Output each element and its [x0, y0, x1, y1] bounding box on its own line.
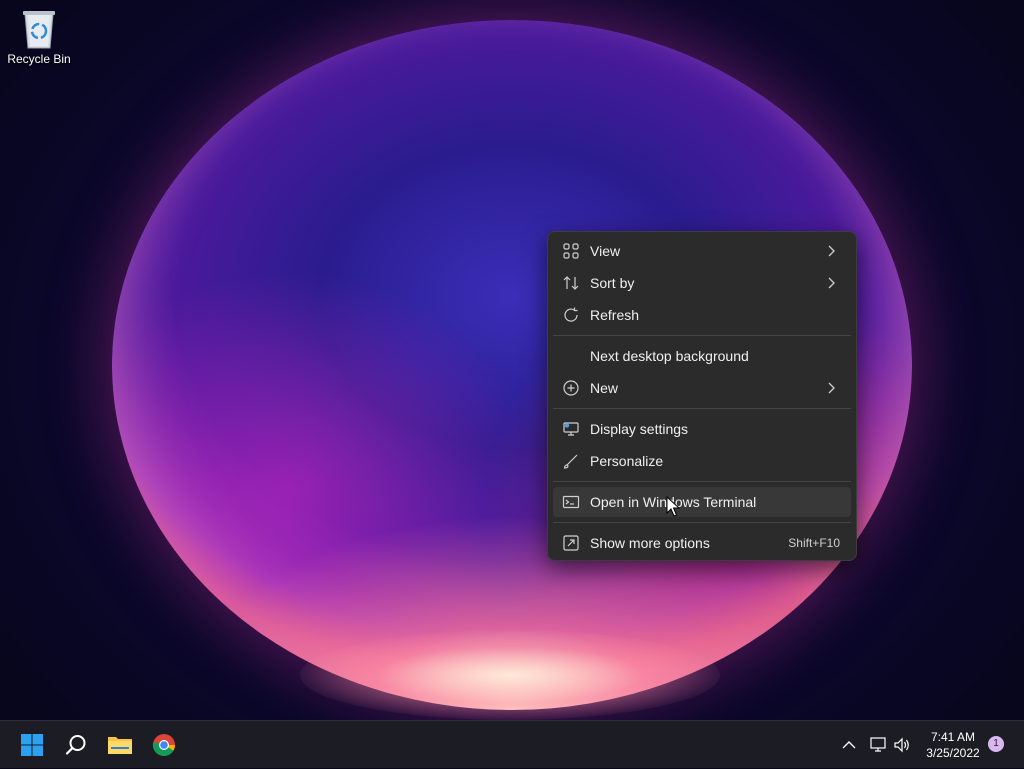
network-icon [870, 737, 886, 752]
menu-item-label: Next desktop background [590, 348, 749, 364]
tray-network-button[interactable] [866, 721, 890, 769]
menu-shortcut: Shift+F10 [788, 536, 840, 550]
menu-item-personalize[interactable]: Personalize [553, 446, 851, 476]
menu-item-show-more-options[interactable]: Show more options Shift+F10 [553, 528, 851, 558]
menu-item-label: Sort by [590, 275, 635, 291]
menu-item-label: New [590, 380, 619, 396]
desktop-wallpaper[interactable] [0, 0, 1024, 720]
mouse-cursor-icon [666, 496, 680, 517]
menu-item-display-settings[interactable]: Display settings [553, 414, 851, 444]
menu-item-new[interactable]: New [553, 373, 851, 403]
chevron-right-icon [823, 245, 839, 257]
wallpaper-glow [300, 630, 720, 720]
search-icon [65, 735, 86, 755]
menu-item-label: Display settings [590, 421, 689, 437]
taskbar-clock[interactable]: 7:41 AM 3/25/2022 [918, 729, 988, 761]
blank-icon [562, 347, 580, 365]
menu-item-label: View [590, 243, 621, 259]
menu-item-label: Personalize [590, 453, 664, 469]
menu-separator [553, 522, 851, 523]
taskbar: 7:41 AM 3/25/2022 [0, 720, 1024, 768]
menu-separator [553, 408, 851, 409]
menu-separator [553, 481, 851, 482]
clock-date: 3/25/2022 [926, 746, 980, 760]
refresh-icon [562, 306, 580, 324]
taskbar-file-explorer-button[interactable] [101, 726, 139, 764]
chevron-right-icon [823, 382, 839, 394]
chrome-icon [152, 734, 175, 756]
plus-circle-icon [562, 379, 580, 397]
chevron-up-icon [842, 741, 856, 749]
taskbar-chrome-button[interactable] [145, 726, 183, 764]
notification-badge[interactable]: 1 [988, 736, 1004, 752]
menu-item-sort-by[interactable]: Sort by [553, 268, 851, 298]
menu-item-refresh[interactable]: Refresh [553, 300, 851, 330]
sort-icon [562, 274, 580, 292]
tray-volume-button[interactable] [890, 721, 914, 769]
more-options-icon [562, 534, 580, 552]
menu-item-view[interactable]: View [553, 236, 851, 266]
menu-item-next-desktop-background[interactable]: Next desktop background [553, 341, 851, 371]
menu-item-label: Show more options [590, 535, 710, 551]
menu-item-open-in-windows-terminal[interactable]: Open in Windows Terminal [553, 487, 851, 517]
folder-icon [108, 737, 132, 754]
display-icon [562, 420, 580, 438]
brush-icon [562, 452, 580, 470]
taskbar-start-button[interactable] [13, 726, 51, 764]
recycle-bin-icon [23, 11, 55, 49]
desktop-context-menu: View Sort by Refresh Next desktop backgr… [547, 231, 857, 561]
menu-separator [553, 335, 851, 336]
windows-start-icon [21, 734, 43, 756]
taskbar-search-button[interactable] [57, 726, 95, 764]
menu-item-label: Open in Windows Terminal [590, 494, 757, 510]
terminal-icon [562, 493, 580, 511]
desktop-icon-recycle-bin[interactable]: Recycle Bin [4, 6, 74, 76]
grid-icon [562, 242, 580, 260]
volume-icon [894, 737, 909, 753]
desktop-icon-label: Recycle Bin [7, 52, 71, 66]
menu-item-label: Refresh [590, 307, 640, 323]
tray-overflow-button[interactable] [838, 721, 860, 769]
chevron-right-icon [823, 277, 839, 289]
clock-time: 7:41 AM [930, 730, 976, 744]
